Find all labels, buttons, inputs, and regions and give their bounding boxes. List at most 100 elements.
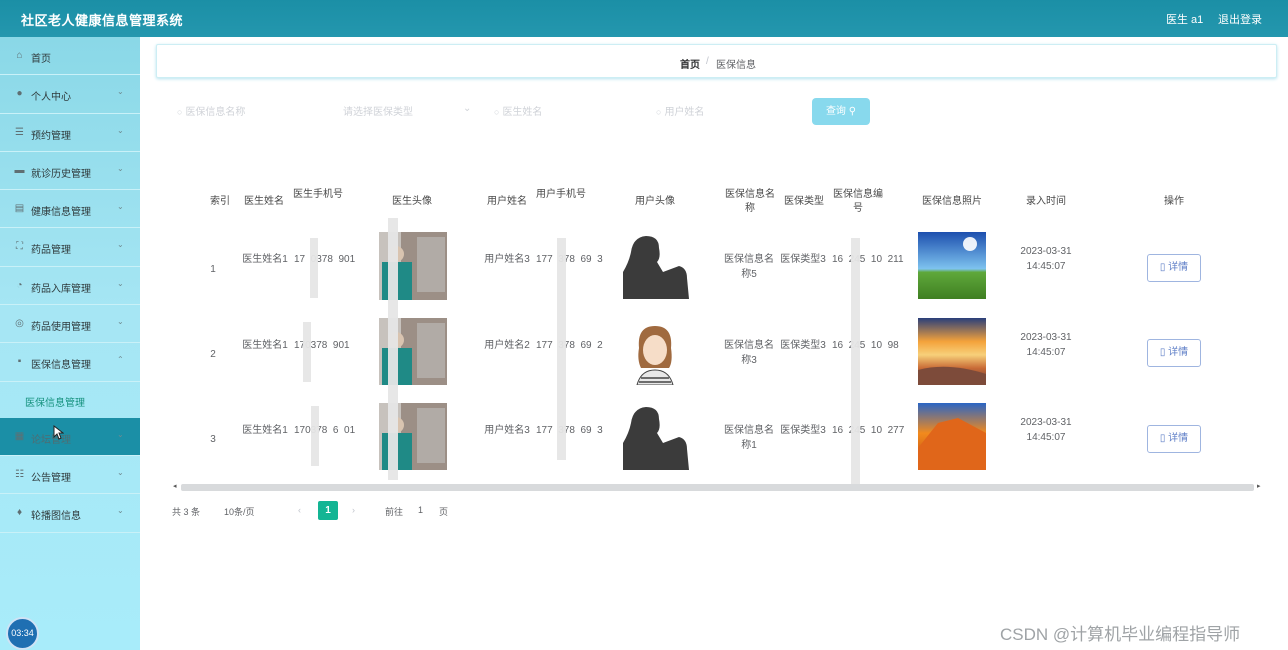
sidebar-item-medicine-stock-in[interactable]: ◔ 药品入库管理 ⌄ — [0, 267, 140, 306]
column-header-index: 索引 — [210, 196, 230, 207]
document-icon: ▯ — [1159, 347, 1166, 358]
breadcrumb-home[interactable]: 首页 — [680, 56, 700, 71]
table-cell-doctor-name: 医生姓名1 — [242, 254, 288, 265]
privacy-blur — [388, 218, 398, 480]
page-size-select[interactable]: 10条/页 — [224, 505, 255, 518]
current-user-label: 医生 a1 — [1166, 14, 1204, 26]
privacy-blur — [557, 238, 566, 460]
sidebar-item-label: 药品入库管理 — [31, 283, 91, 295]
detail-button[interactable]: ▯ 详情 — [1147, 254, 1201, 282]
sidebar-item-label: 药品使用管理 — [31, 322, 91, 334]
sidebar-item-label: 轮播图信息 — [31, 511, 81, 523]
insurance-type-select[interactable]: 请选择医保类型 ⌄ — [343, 103, 473, 121]
table-cell-doctor-name: 医生姓名1 — [242, 340, 288, 351]
chevron-down-icon: ⌄ — [117, 163, 124, 173]
watermark: CSDN @计算机毕业编程指导师 — [1000, 625, 1241, 644]
sidebar-item-label: 健康信息管理 — [31, 207, 91, 219]
chevron-down-icon: ⌄ — [117, 467, 124, 477]
user-name-search-input[interactable]: ○ 用户姓名 — [656, 103, 806, 121]
table-cell-entry-time: 2023-03-31 14:45:07 — [1020, 332, 1072, 358]
scroll-right-icon[interactable]: ▸ — [1257, 482, 1261, 490]
privacy-blur — [851, 238, 860, 488]
target-icon: ◎ — [15, 318, 24, 330]
prev-page-icon[interactable]: ‹ — [298, 505, 301, 515]
table-horizontal-scrollbar[interactable]: ◂ ▸ — [171, 482, 1266, 492]
sidebar-item-personal-center[interactable]: ● 个人中心 ⌄ — [0, 75, 140, 114]
table-cell-user-name: 用户姓名3 — [484, 425, 530, 436]
sidebar-item-insurance[interactable]: ▪ 医保信息管理 ⌃ — [0, 343, 140, 382]
list-icon: ☰ — [15, 126, 24, 138]
sidebar-item-label: 论坛管理 — [31, 434, 71, 446]
user-icon: ● — [16, 88, 23, 100]
document-icon: ▯ — [1159, 433, 1166, 444]
sidebar-item-medicine[interactable]: ⛶ 药品管理 ⌄ — [0, 228, 140, 267]
insurance-photo-image — [918, 403, 986, 470]
table-cell-doctor-phone: 170378 6 01 — [294, 425, 356, 436]
detail-button[interactable]: ▯ 详情 — [1147, 339, 1201, 367]
scrollbar-thumb[interactable] — [181, 484, 1254, 491]
top-header: 社区老人健康信息管理系统 医生 a1 退出登录 — [0, 0, 1288, 37]
insurance-name-search-input[interactable]: ○ 医保信息名称 — [177, 103, 327, 121]
pagination-total: 共 3 条 — [172, 507, 201, 517]
sidebar-item-visit-history[interactable]: ▬ 就诊历史管理 ⌄ — [0, 152, 140, 191]
page-number-current[interactable]: 1 — [318, 501, 338, 520]
search-button[interactable]: 查询 ⚲ — [812, 98, 870, 125]
goto-suffix: 页 — [439, 507, 449, 517]
logout-link[interactable]: 退出登录 — [1218, 11, 1262, 27]
sidebar-subitem-insurance-manage[interactable]: 医保信息管理 — [0, 382, 140, 418]
microphone-icon: ♦ — [16, 507, 23, 519]
search-icon: ○ — [656, 107, 662, 117]
table-cell-insurance-name: 医保信息名称5 — [724, 254, 774, 280]
chevron-down-icon: ⌄ — [117, 317, 124, 327]
privacy-blur — [303, 322, 311, 382]
sidebar-item-home[interactable]: ⌂ 首页 — [0, 37, 140, 76]
breadcrumb: 首页 / 医保信息 — [156, 44, 1277, 78]
search-icon: ○ — [494, 107, 500, 117]
mouse-cursor-icon — [53, 425, 64, 440]
sidebar-item-label: 药品管理 — [31, 245, 71, 257]
user-avatar-image — [621, 232, 689, 299]
sidebar-item-forum[interactable]: ▦ 论坛管理 ⌄ — [0, 417, 140, 456]
table-cell-user-name: 用户姓名2 — [484, 340, 530, 351]
sidebar-item-appointments[interactable]: ☰ 预约管理 ⌄ — [0, 114, 140, 152]
breadcrumb-current: 医保信息 — [716, 60, 756, 71]
column-header-actions: 操作 — [1164, 196, 1184, 207]
column-header-user-name: 用户姓名 — [487, 196, 527, 207]
scroll-left-icon[interactable]: ◂ — [173, 482, 177, 490]
table-cell-index: 2 — [210, 349, 216, 360]
sidebar-subitem-label: 医保信息管理 — [25, 397, 85, 409]
column-header-insurance-type: 医保类型 — [784, 196, 824, 207]
grid-icon: ▦ — [14, 430, 25, 442]
goto-page-input[interactable]: 1 — [418, 505, 423, 515]
table-cell-doctor-name: 医生姓名1 — [242, 425, 288, 436]
sidebar-item-label: 公告管理 — [31, 472, 71, 484]
document-icon: ▯ — [1159, 262, 1166, 273]
column-header-doctor-avatar: 医生头像 — [392, 196, 432, 207]
chevron-up-icon: ⌃ — [117, 355, 124, 365]
chevron-down-icon: ⌄ — [117, 87, 124, 97]
table-cell-insurance-type: 医保类型3 — [780, 340, 826, 351]
sidebar-item-carousel[interactable]: ♦ 轮播图信息 ⌄ — [0, 494, 140, 533]
table-cell-insurance-type: 医保类型3 — [780, 254, 826, 265]
sidebar-item-medicine-usage[interactable]: ◎ 药品使用管理 ⌄ — [0, 305, 140, 344]
detail-button[interactable]: ▯ 详情 — [1147, 425, 1201, 453]
chevron-down-icon: ⌄ — [117, 125, 124, 135]
sidebar-item-announcements[interactable]: ☷ 公告管理 ⌄ — [0, 456, 140, 495]
gauge-icon: ◔ — [16, 279, 23, 291]
document-icon: ▤ — [14, 203, 25, 215]
doctor-name-search-input[interactable]: ○ 医生姓名 — [494, 103, 644, 121]
chevron-down-icon: ⌄ — [463, 103, 472, 114]
insurance-photo-image — [918, 232, 986, 299]
timer-badge: 03:34 — [6, 617, 39, 650]
chevron-down-icon: ⌄ — [117, 429, 124, 439]
chevron-down-icon: ⌄ — [117, 506, 124, 516]
sidebar-item-health-info[interactable]: ▤ 健康信息管理 ⌄ — [0, 190, 140, 229]
table-cell-doctor-phone: 170378 901 — [294, 340, 350, 351]
column-header-user-phone: 用户手机号 — [536, 189, 586, 200]
next-page-icon[interactable]: › — [352, 505, 355, 515]
column-header-insurance-name: 医保信息名称 — [725, 189, 775, 214]
user-avatar-image — [621, 403, 689, 470]
table-cell-insurance-name: 医保信息名称3 — [724, 340, 774, 366]
table-cell-doctor-phone: 17 0378 901 — [294, 254, 356, 265]
sliders-icon: ☷ — [15, 468, 24, 480]
